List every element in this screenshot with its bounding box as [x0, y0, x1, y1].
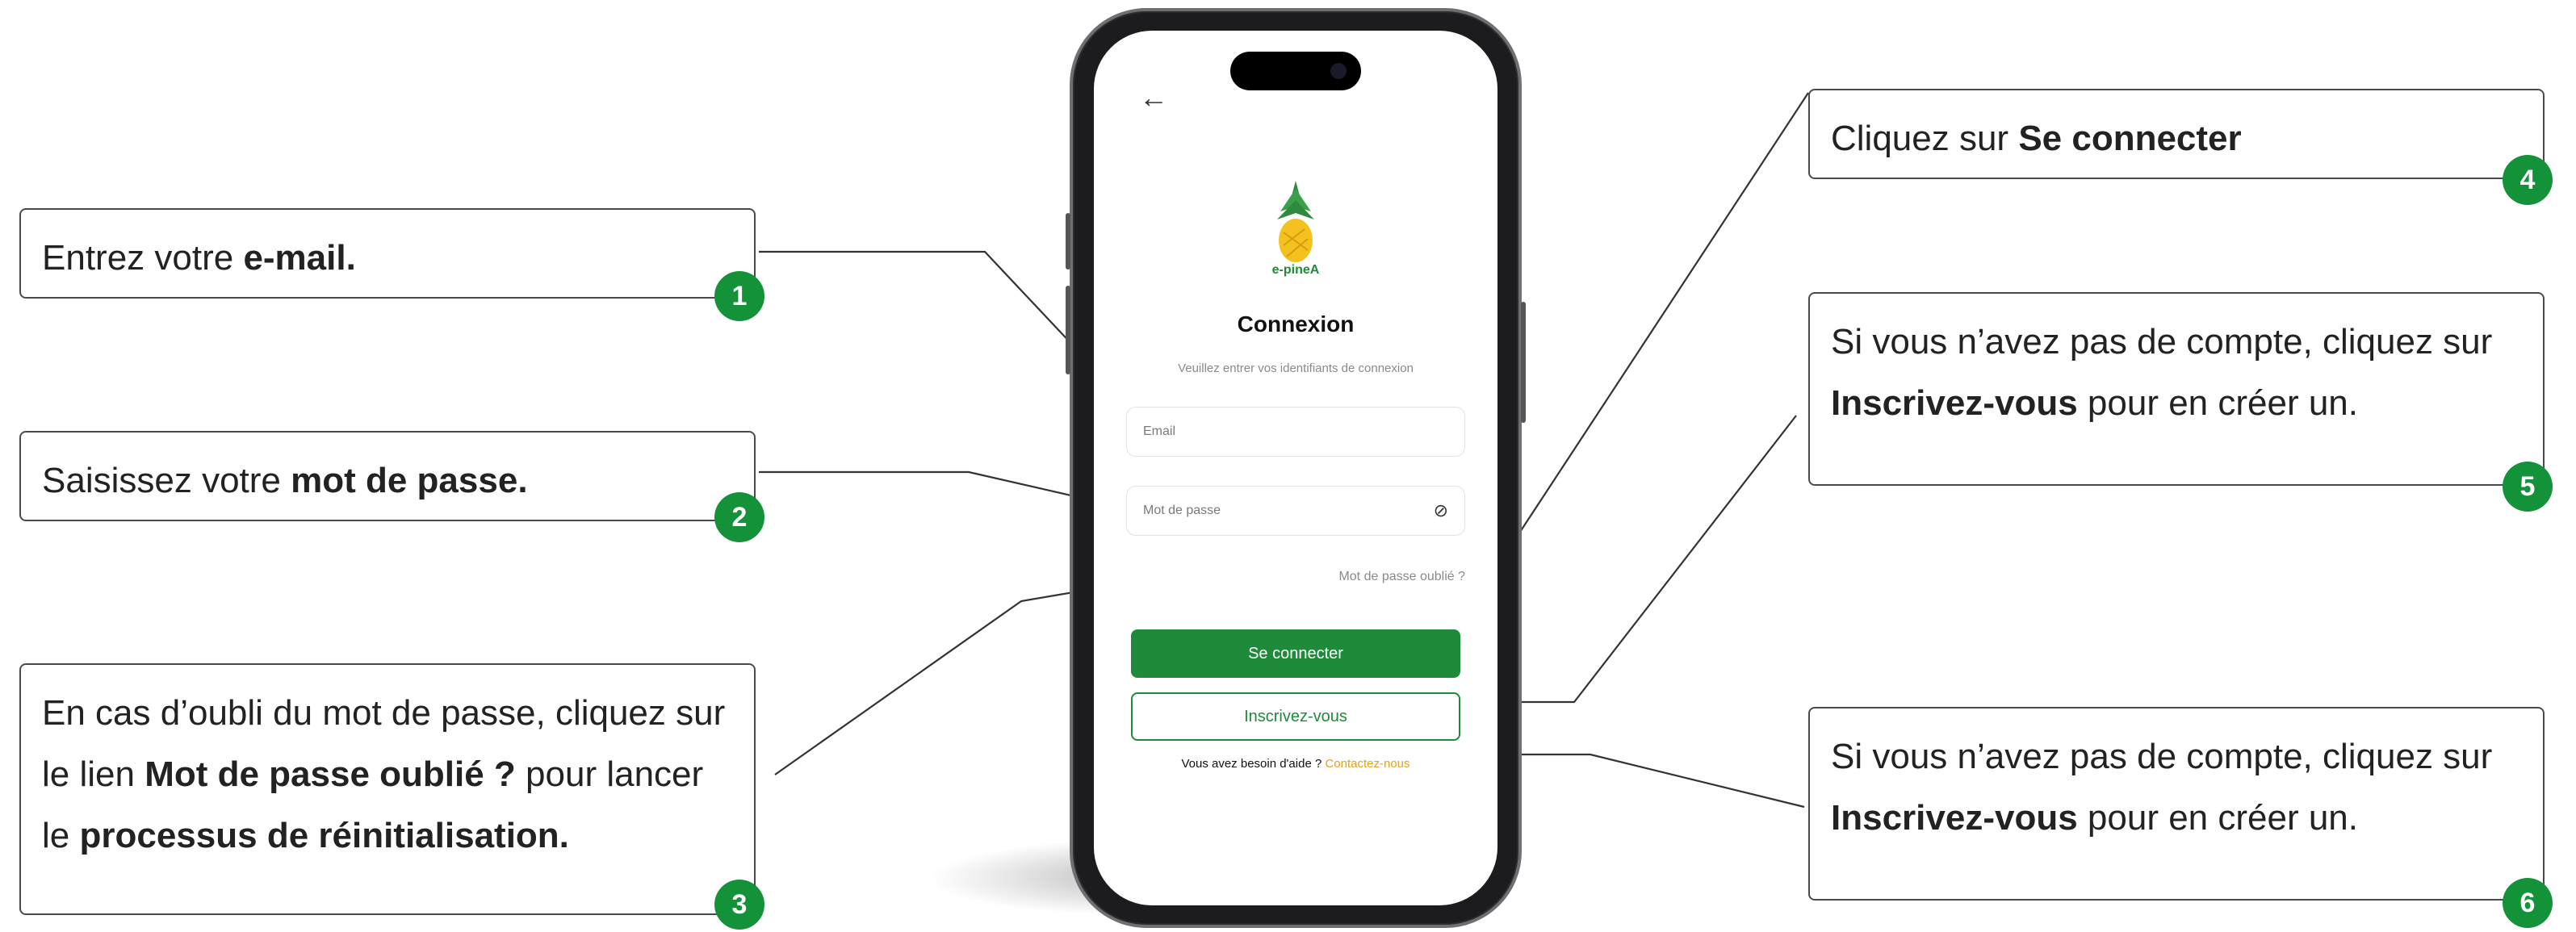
brand-name: e-pineA	[1271, 263, 1320, 277]
phone-side-button	[1066, 213, 1070, 270]
callout-5: Si vous n’avez pas de compte, cliquez su…	[1808, 292, 2545, 486]
help-label: Vous avez besoin d'aide ?	[1181, 757, 1322, 771]
phone-side-button	[1521, 302, 1526, 423]
page-title: Connexion	[1237, 311, 1355, 336]
phone-screen: ← e-pineA Connexion Veuillez entrer vos …	[1094, 31, 1497, 905]
forgot-password-link[interactable]: Mot de passe oublié ?	[1338, 570, 1465, 584]
arrow-left-icon[interactable]: ←	[1139, 81, 1168, 115]
callout-6: Si vous n’avez pas de compte, cliquez su…	[1808, 707, 2545, 901]
step-badge-2: 2	[714, 492, 764, 542]
contact-link[interactable]: Contactez-nous	[1325, 757, 1409, 771]
page-subtitle: Veuillez entrer vos identifiants de conn…	[1178, 362, 1414, 375]
dynamic-island	[1230, 52, 1361, 90]
step-badge-1: 1	[714, 271, 764, 321]
password-placeholder: Mot de passe	[1143, 504, 1221, 517]
pineapple-logo	[1277, 181, 1314, 262]
step-badge-5: 5	[2503, 462, 2553, 512]
login-button[interactable]: Se connecter	[1131, 629, 1460, 678]
callout-4: Cliquez sur Se connecter	[1808, 89, 2545, 179]
phone-side-button	[1066, 286, 1070, 374]
callout-3: En cas d’oubli du mot de passe, cliquez …	[19, 663, 756, 915]
phone-mockup: ← e-pineA Connexion Veuillez entrer vos …	[1066, 8, 1526, 928]
email-input[interactable]: Email	[1126, 407, 1465, 457]
callout-2: Saisissez votre mot de passe.	[19, 431, 756, 521]
step-badge-4: 4	[2503, 155, 2553, 205]
eye-off-icon[interactable]: ⊘	[1434, 500, 1448, 521]
help-text: Vous avez besoin d'aide ? Contactez-nous	[1094, 757, 1497, 771]
camera-icon	[1330, 63, 1347, 79]
step-badge-3: 3	[714, 880, 764, 930]
email-placeholder: Email	[1143, 424, 1176, 438]
callout-1: Entrez votre e-mail.	[19, 208, 756, 299]
signup-button[interactable]: Inscrivez-vous	[1131, 692, 1460, 741]
step-badge-6: 6	[2503, 878, 2553, 928]
password-input[interactable]: Mot de passe ⊘	[1126, 486, 1465, 536]
